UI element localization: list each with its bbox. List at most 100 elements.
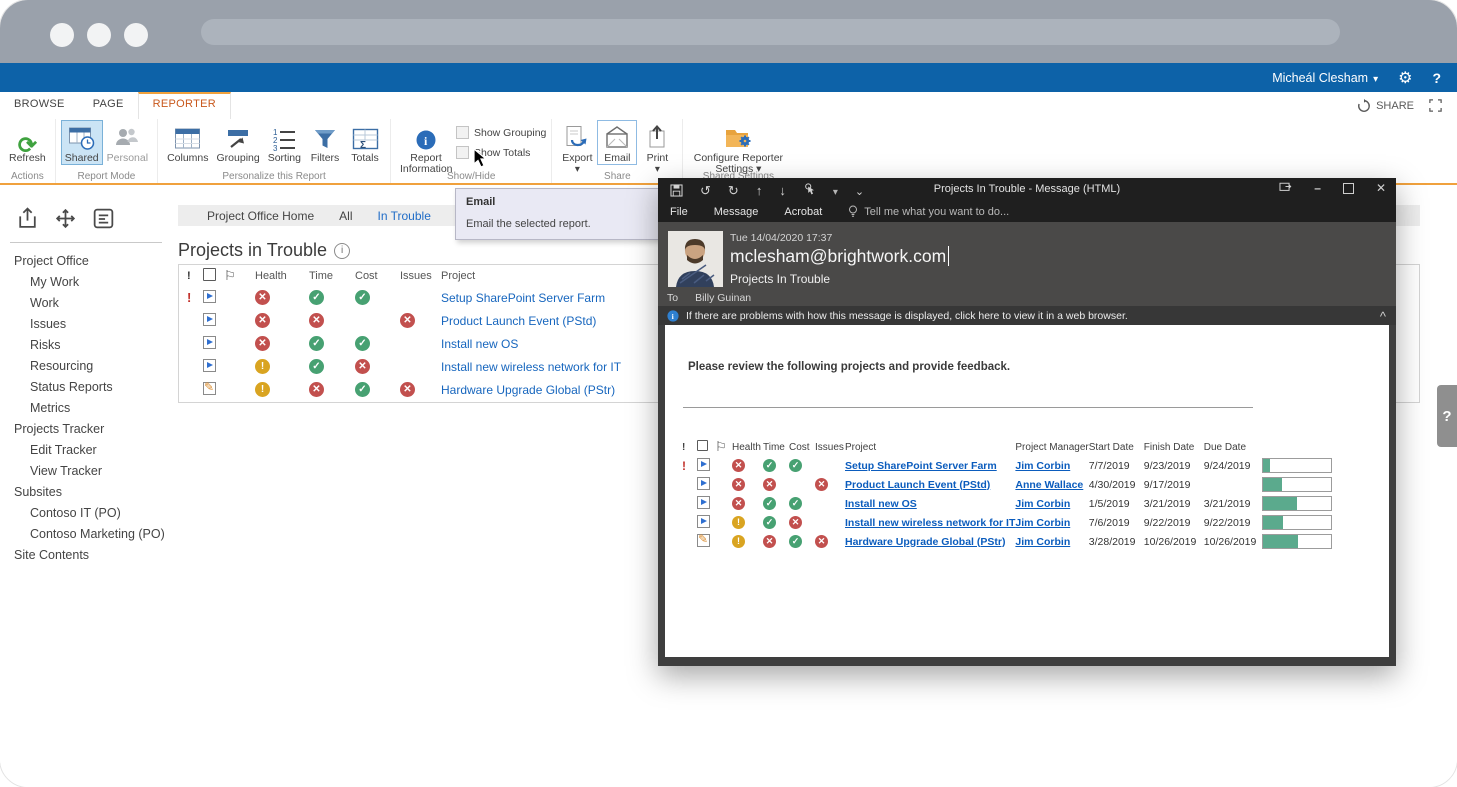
project-link[interactable]: Install new OS [845,498,917,510]
sorting-button[interactable]: 123 Sorting [264,120,305,165]
project-type-icon[interactable] [203,382,216,395]
project-type-icon[interactable] [203,336,216,349]
user-menu[interactable]: Micheál Clesham [1272,71,1378,85]
message-info-bar[interactable]: i If there are problems with how this me… [658,306,1396,325]
help-icon[interactable] [1432,70,1441,86]
popout-icon[interactable] [1279,181,1292,195]
totals-button[interactable]: Σ Totals [345,120,385,165]
cost-header[interactable]: Cost [355,270,400,282]
outlook-tab-file[interactable]: File [670,206,688,218]
sidebar-item-contoso-marketing[interactable]: Contoso Marketing (PO) [0,524,176,545]
project-type-icon[interactable] [203,290,216,303]
sidebar-item-metrics[interactable]: Metrics [0,398,176,419]
window-dot-1[interactable] [50,23,74,47]
grouping-button[interactable]: Grouping [213,120,264,165]
sidebar-item-subsites[interactable]: Subsites [0,482,176,503]
project-link[interactable]: Hardware Upgrade Global (PStr) [441,383,615,397]
group-caption: Report Mode [56,171,157,182]
collapse-chevron-icon[interactable] [1380,309,1386,324]
share-button[interactable]: SHARE [1357,99,1414,113]
window-dot-3[interactable] [124,23,148,47]
info-icon[interactable] [334,243,350,259]
project-link[interactable]: Install new wireless network for IT [845,517,1015,529]
configure-reporter-settings-button[interactable]: Configure Reporter Settings ▾ [688,120,788,176]
cost-header: Cost [789,438,815,456]
report-information-button[interactable]: i Report Information [396,120,456,176]
sender-address[interactable]: mclesham@brightwork.com [730,246,949,267]
list-page-icon[interactable] [90,205,117,232]
project-link[interactable]: Hardware Upgrade Global (PStr) [845,536,1005,548]
project-link[interactable]: Install new wireless network for IT [441,360,621,374]
sidebar-item-risks[interactable]: Risks [0,335,176,356]
time-header[interactable]: Time [309,270,355,282]
sidebar-item-work[interactable]: Work [0,293,176,314]
sidebar-item-status-reports[interactable]: Status Reports [0,377,176,398]
show-grouping-checkbox[interactable]: Show Grouping [456,126,546,139]
issues-header[interactable]: Issues [400,270,441,282]
customize-toolbar-icon[interactable] [855,183,864,198]
sidebar-item-issues[interactable]: Issues [0,314,176,335]
sidebar-item-project-office[interactable]: Project Office [0,251,176,272]
select-all-checkbox-icon[interactable] [203,268,216,281]
window-dot-2[interactable] [87,23,111,47]
move-up-icon[interactable] [756,183,763,198]
project-type-icon[interactable] [203,313,216,326]
sidebar-item-projects-tracker[interactable]: Projects Tracker [0,419,176,440]
print-button[interactable]: Print [637,120,677,176]
address-bar[interactable] [201,19,1340,45]
sidebar-item-contoso-it[interactable]: Contoso IT (PO) [0,503,176,524]
health-header[interactable]: Health [255,270,309,282]
minimize-icon[interactable] [1314,181,1321,195]
sidebar-item-site-contents[interactable]: Site Contents [0,545,176,566]
outlook-tab-acrobat[interactable]: Acrobat [784,206,822,218]
personal-mode-button[interactable]: Personal [103,120,152,165]
filters-button[interactable]: Filters [305,120,345,165]
move-icon[interactable] [52,205,79,232]
project-link[interactable]: Product Launch Event (PStd) [441,314,596,328]
project-link[interactable]: Setup SharePoint Server Farm [441,291,605,305]
help-feedback-tab[interactable]: ? [1437,385,1457,447]
project-link[interactable]: Product Launch Event (PStd) [845,479,990,491]
refresh-button[interactable]: Refresh [5,120,50,165]
tab-browse[interactable]: BROWSE [0,92,79,119]
project-type-icon[interactable] [203,359,216,372]
show-totals-checkbox[interactable]: Show Totals [456,146,546,159]
columns-button[interactable]: Columns [163,120,212,165]
email-button[interactable]: Email [597,120,637,165]
save-icon[interactable] [670,184,683,197]
manager-link[interactable]: Jim Corbin [1015,460,1070,472]
nav-in-trouble[interactable]: In Trouble [378,209,431,223]
touch-mode-icon[interactable] [803,182,816,199]
close-icon[interactable] [1376,181,1386,195]
nav-project-office-home[interactable]: Project Office Home [207,209,314,223]
recipient[interactable]: Billy Guinan [695,292,751,304]
maximize-icon[interactable] [1343,183,1354,194]
gear-icon[interactable] [1398,68,1412,88]
manager-link[interactable]: Jim Corbin [1015,498,1070,510]
nav-all[interactable]: All [339,209,352,223]
finish-date: 10/26/2019 [1144,532,1204,551]
tab-page[interactable]: PAGE [79,92,138,119]
promote-icon[interactable] [14,205,41,232]
project-link[interactable]: Setup SharePoint Server Farm [845,460,997,472]
focus-mode-icon[interactable] [1428,98,1443,113]
tab-reporter[interactable]: REPORTER [138,92,231,119]
sidebar-item-view-tracker[interactable]: View Tracker [0,461,176,482]
manager-link[interactable]: Jim Corbin [1015,536,1070,548]
export-button[interactable]: Export [557,120,597,176]
sidebar-item-resourcing[interactable]: Resourcing [0,356,176,377]
undo-icon[interactable] [700,183,711,199]
shared-mode-button[interactable]: Shared [61,120,103,165]
manager-link[interactable]: Anne Wallace [1015,479,1083,491]
redo-icon[interactable] [728,183,739,199]
project-link[interactable]: Install new OS [441,337,518,351]
tell-me-box[interactable]: Tell me what you want to do... [848,205,1009,219]
outlook-tab-message[interactable]: Message [714,206,759,218]
sidebar-item-edit-tracker[interactable]: Edit Tracker [0,440,176,461]
body-divider [683,407,1253,408]
checkbox-icon [456,146,469,159]
move-down-icon[interactable] [779,183,786,198]
manager-link[interactable]: Jim Corbin [1015,517,1070,529]
sidebar-item-my-work[interactable]: My Work [0,272,176,293]
to-label: To [667,292,678,304]
